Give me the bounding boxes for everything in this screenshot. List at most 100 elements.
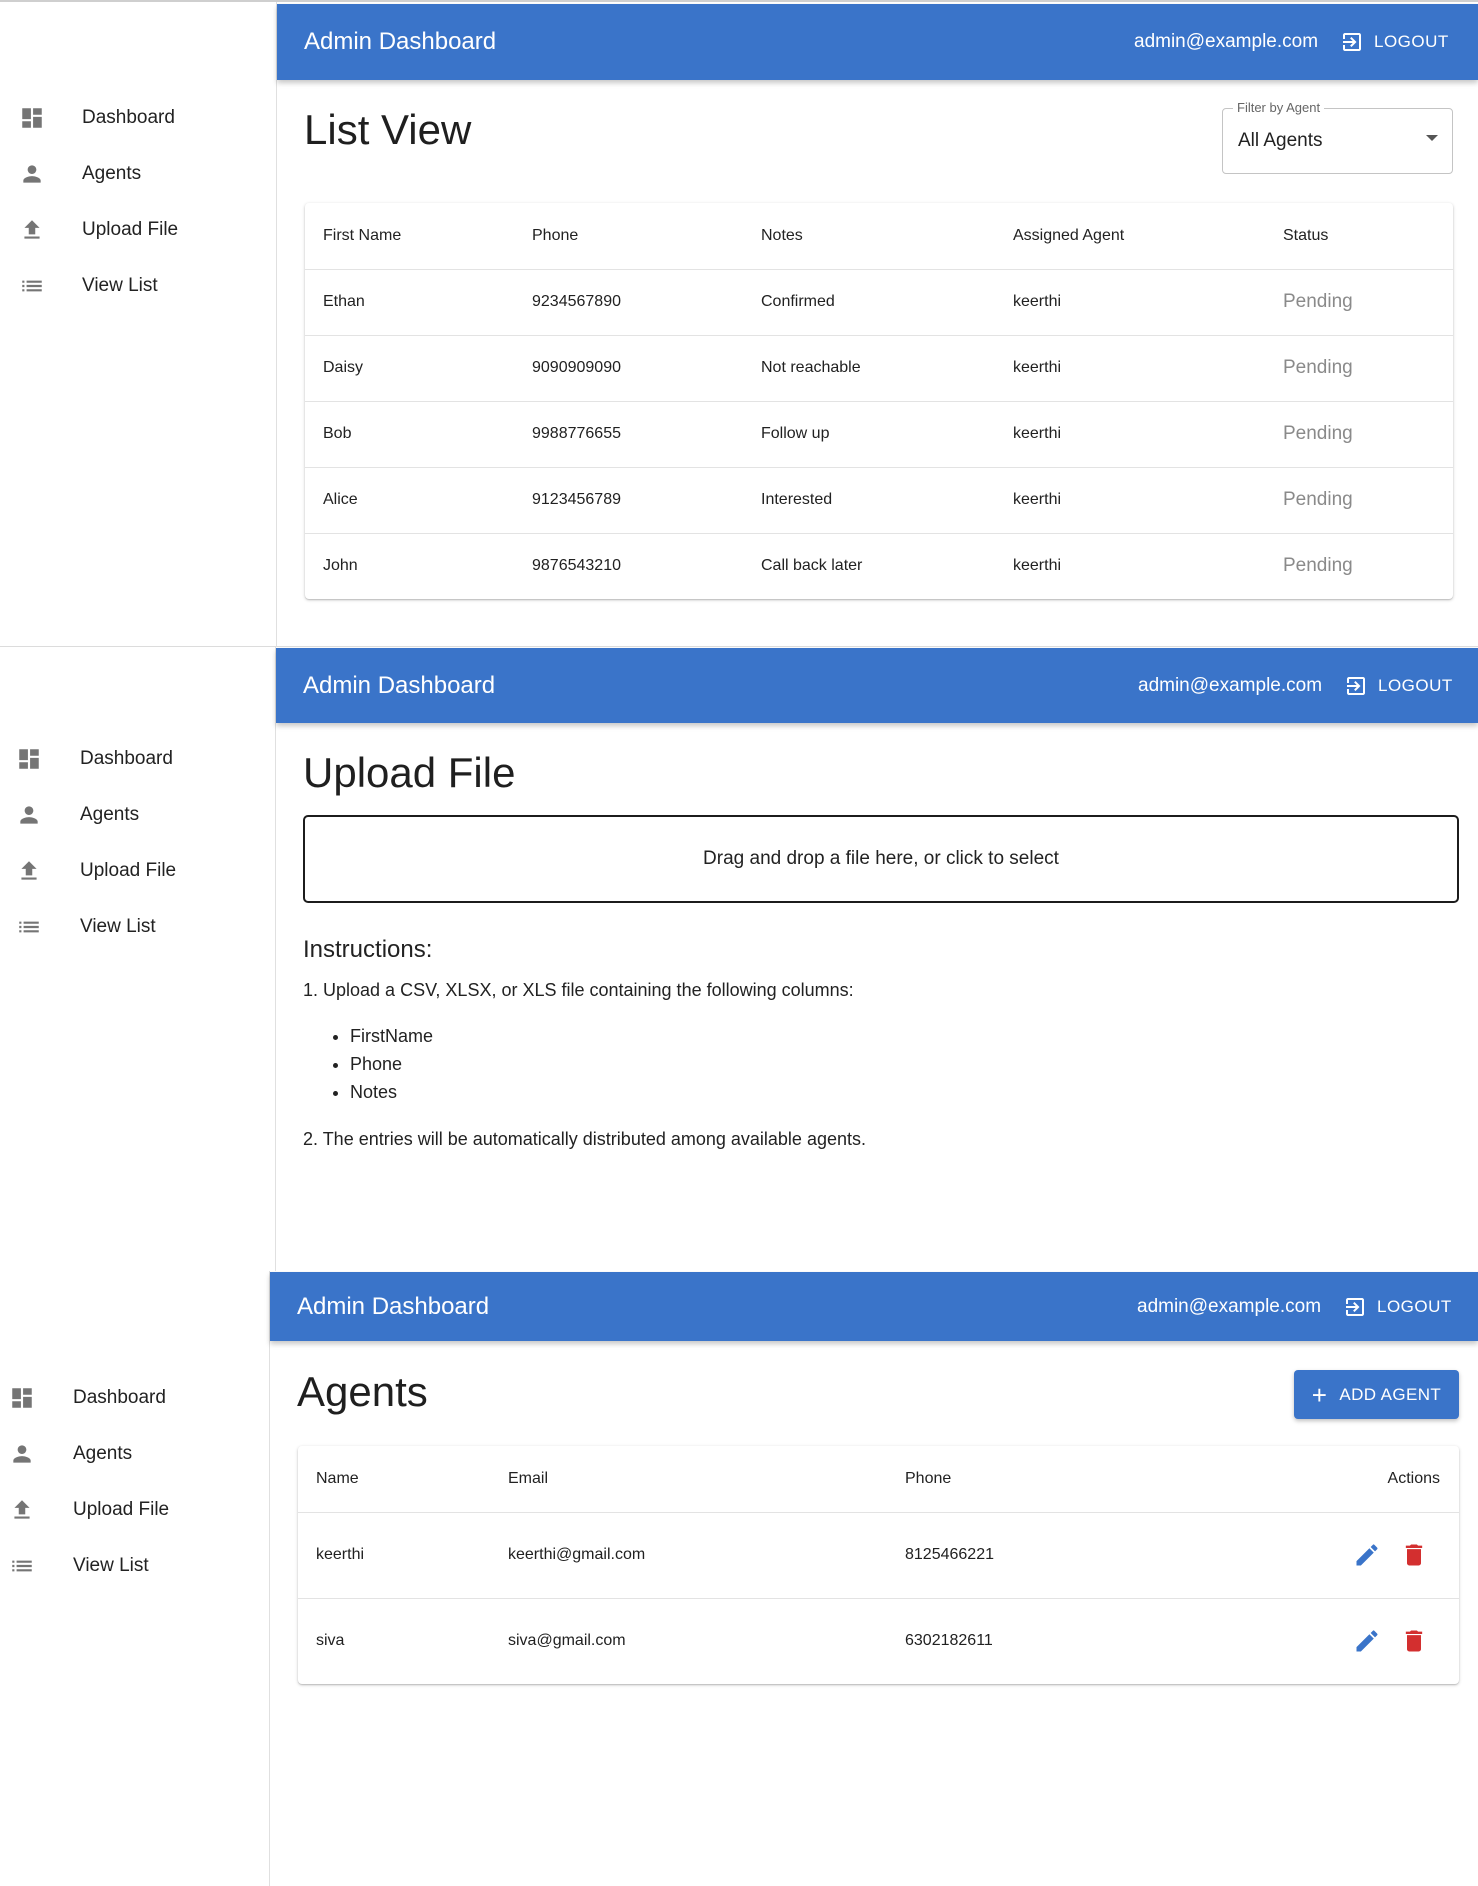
instruction-step-2: 2. The entries will be automatically dis… xyxy=(303,1129,866,1149)
logout-icon xyxy=(1346,1297,1364,1316)
required-columns-list: FirstName Phone Notes xyxy=(328,1022,433,1106)
agent-cell: keerthi xyxy=(1013,293,1062,310)
sidebar-item-label: Dashboard xyxy=(82,107,175,128)
sidebar-item-label: View List xyxy=(73,1555,149,1576)
agent-phone-cell: 6302182611 xyxy=(905,1632,993,1649)
notes-cell: Follow up xyxy=(761,425,830,442)
sidebar-item-label: Dashboard xyxy=(80,748,173,769)
column-header: First Name xyxy=(323,227,402,244)
sidebar-item-upload-file[interactable]: Upload File xyxy=(0,851,275,891)
phone-cell: 9876543210 xyxy=(532,557,621,574)
page-title: List View xyxy=(304,106,472,153)
delete-icon[interactable] xyxy=(1400,1627,1428,1655)
edit-icon[interactable] xyxy=(1353,1541,1381,1569)
table-header-row: Name Email Phone Actions xyxy=(298,1446,1459,1513)
sidebar-item-upload-file[interactable]: Upload File xyxy=(0,1490,269,1530)
logout-button[interactable]: LOGOUT xyxy=(1343,1295,1452,1319)
agent-cell: keerthi xyxy=(1013,425,1062,442)
logout-icon xyxy=(1343,33,1361,51)
list-icon xyxy=(16,914,42,940)
user-email: admin@example.com xyxy=(1137,1295,1322,1317)
add-agent-button[interactable]: + ADD AGENT xyxy=(1294,1370,1459,1419)
table-row: Daisy 9090909090 Not reachable keerthi P… xyxy=(305,335,1453,402)
filter-value: All Agents xyxy=(1238,130,1323,151)
logout-button[interactable]: LOGOUT xyxy=(1340,30,1449,54)
sidebar-item-label: View List xyxy=(82,275,158,296)
logout-label: LOGOUT xyxy=(1378,675,1453,695)
page-title: Upload File xyxy=(303,749,516,796)
upload-icon xyxy=(16,858,42,884)
notes-cell: Not reachable xyxy=(761,359,861,376)
sidebar: Dashboard Agents Upload File View List xyxy=(0,2,277,646)
edit-icon[interactable] xyxy=(1353,1627,1381,1655)
status-cell: Pending xyxy=(1283,555,1353,576)
list-view-screen: Dashboard Agents Upload File View List A… xyxy=(0,0,1478,646)
sidebar-item-view-list[interactable]: View List xyxy=(0,1546,269,1586)
app-bar: Admin Dashboard admin@example.com LOGOUT xyxy=(276,648,1478,723)
list-item: Notes xyxy=(350,1078,433,1106)
agents-screen: Dashboard Agents Upload File View List A… xyxy=(0,1271,1478,1886)
agent-cell: keerthi xyxy=(1013,491,1062,508)
leads-table: First Name Phone Notes Assigned Agent St… xyxy=(305,203,1453,599)
sidebar-item-dashboard[interactable]: Dashboard xyxy=(0,1378,269,1418)
table-header-row: First Name Phone Notes Assigned Agent St… xyxy=(305,203,1453,270)
page-title: Agents xyxy=(297,1368,428,1415)
logout-button[interactable]: LOGOUT xyxy=(1344,674,1453,698)
sidebar-item-label: Dashboard xyxy=(73,1387,166,1408)
agent-name-cell: keerthi xyxy=(316,1546,365,1563)
first-name-cell: Bob xyxy=(323,425,352,442)
phone-cell: 9988776655 xyxy=(532,425,621,442)
agent-cell: keerthi xyxy=(1013,359,1062,376)
sidebar-item-agents[interactable]: Agents xyxy=(0,154,276,194)
delete-icon[interactable] xyxy=(1400,1541,1428,1569)
sidebar-item-upload-file[interactable]: Upload File xyxy=(0,210,276,250)
table-row: Ethan 9234567890 Confirmed keerthi Pendi… xyxy=(305,269,1453,336)
status-cell: Pending xyxy=(1283,357,1353,378)
first-name-cell: Alice xyxy=(323,491,358,508)
upload-file-screen: Dashboard Agents Upload File View List A… xyxy=(0,646,1478,1272)
app-title: Admin Dashboard xyxy=(297,1292,490,1320)
sidebar-item-label: Agents xyxy=(80,804,140,825)
sidebar-item-agents[interactable]: Agents xyxy=(0,1434,269,1474)
file-dropzone[interactable]: Drag and drop a file here, or click to s… xyxy=(303,815,1459,903)
add-agent-label: ADD AGENT xyxy=(1339,1384,1442,1404)
sidebar-item-label: Upload File xyxy=(80,860,177,881)
dashboard-icon xyxy=(19,105,45,131)
notes-cell: Interested xyxy=(761,491,833,508)
sidebar-item-label: Agents xyxy=(73,1443,133,1464)
sidebar-item-dashboard[interactable]: Dashboard xyxy=(0,98,276,138)
sidebar-item-view-list[interactable]: View List xyxy=(0,907,275,947)
agents-table: Name Email Phone Actions keerthi keerthi… xyxy=(298,1446,1459,1684)
person-icon xyxy=(9,1441,35,1467)
agent-email-cell: siva@gmail.com xyxy=(508,1632,626,1649)
app-title: Admin Dashboard xyxy=(304,28,497,55)
dashboard-icon xyxy=(9,1385,35,1411)
list-item: FirstName xyxy=(350,1022,433,1050)
sidebar-item-label: Agents xyxy=(82,163,142,184)
status-cell: Pending xyxy=(1283,489,1353,510)
agent-filter-select[interactable]: Filter by Agent All Agents xyxy=(1222,100,1453,174)
list-item: Phone xyxy=(350,1050,433,1078)
sidebar: Dashboard Agents Upload File View List xyxy=(0,1271,270,1886)
table-row: siva siva@gmail.com 6302182611 xyxy=(298,1598,1459,1684)
logout-icon xyxy=(1347,676,1365,695)
table-row: keerthi keerthi@gmail.com 8125466221 xyxy=(298,1512,1459,1599)
column-header: Phone xyxy=(532,227,579,244)
table-row: Bob 9988776655 Follow up keerthi Pending xyxy=(305,401,1453,468)
sidebar-item-view-list[interactable]: View List xyxy=(0,266,276,306)
sidebar: Dashboard Agents Upload File View List xyxy=(0,647,276,1272)
upload-icon xyxy=(19,217,45,243)
table-row: Alice 9123456789 Interested keerthi Pend… xyxy=(305,467,1453,534)
notes-cell: Confirmed xyxy=(761,293,835,310)
instructions-title: Instructions: xyxy=(303,936,433,963)
logout-label: LOGOUT xyxy=(1377,1296,1452,1316)
notes-cell: Call back later xyxy=(761,557,863,574)
instruction-step-1: 1. Upload a CSV, XLSX, or XLS file conta… xyxy=(303,980,854,1000)
column-header: Name xyxy=(316,1470,359,1487)
person-icon xyxy=(16,802,42,828)
user-email: admin@example.com xyxy=(1134,31,1319,52)
first-name-cell: Ethan xyxy=(323,293,365,310)
dropzone-text: Drag and drop a file here, or click to s… xyxy=(703,848,1059,869)
sidebar-item-agents[interactable]: Agents xyxy=(0,795,275,835)
sidebar-item-dashboard[interactable]: Dashboard xyxy=(0,739,275,779)
